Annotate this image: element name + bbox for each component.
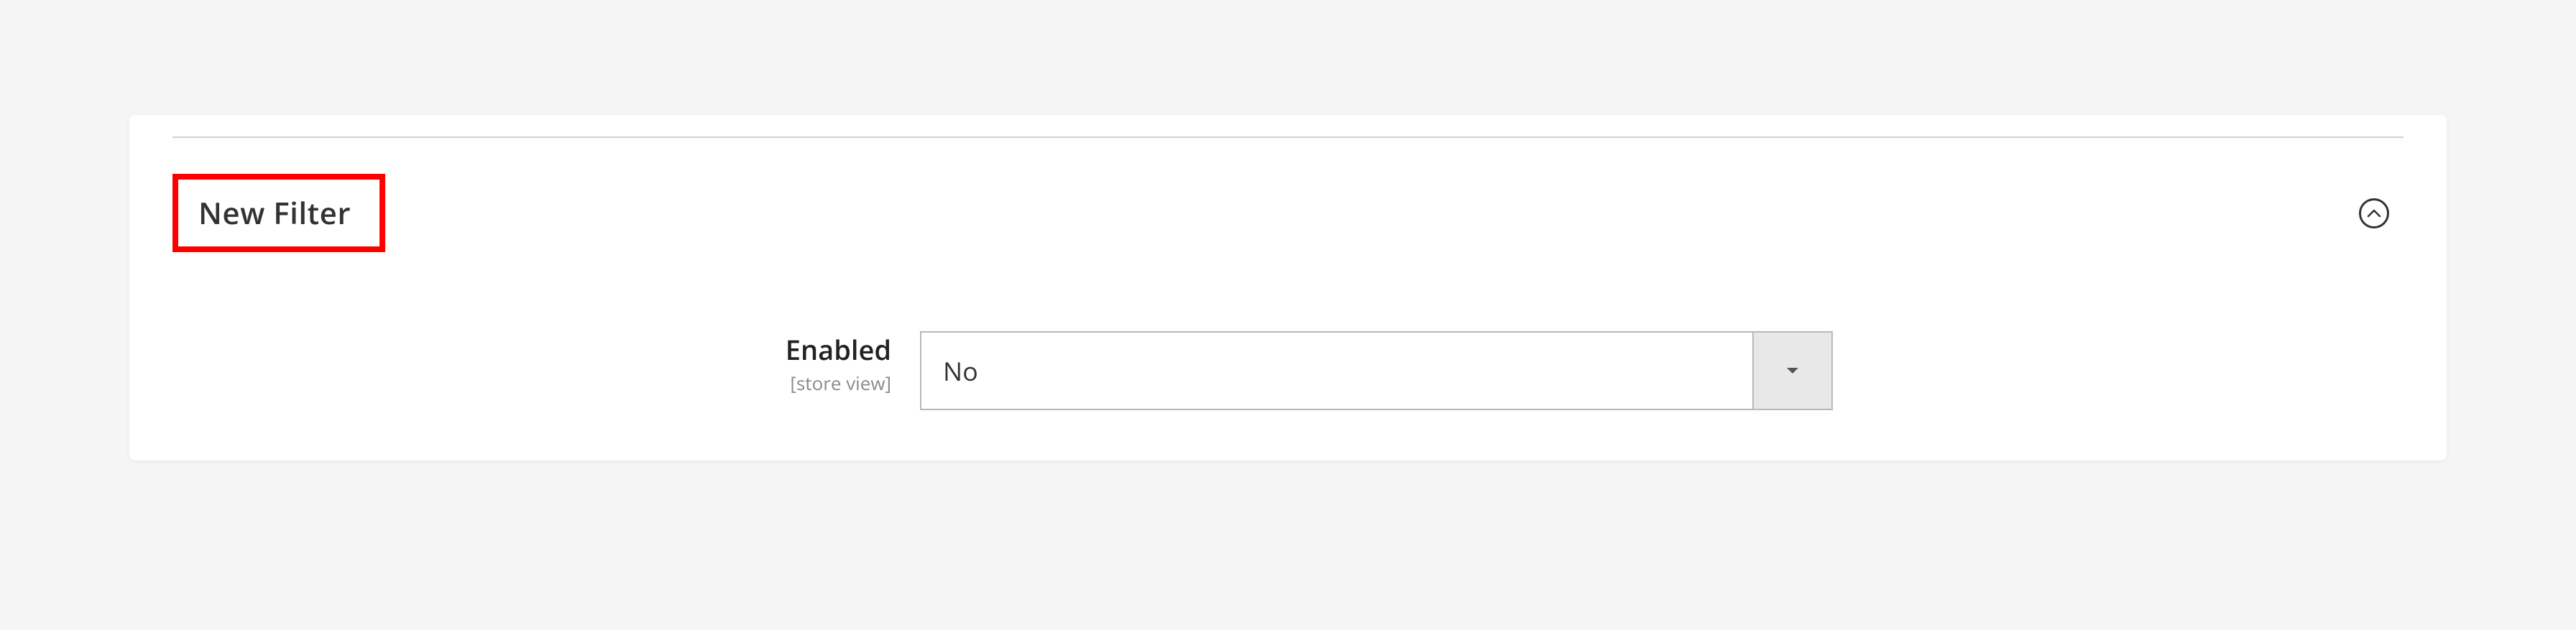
panel-divider [172, 136, 2404, 138]
section-title-highlight: New Filter [172, 174, 385, 252]
page-container: New Filter Enabled [store view] No [0, 0, 2576, 532]
section-title: New Filter [198, 193, 351, 233]
enabled-select-trigger[interactable] [1754, 331, 1833, 410]
collapse-button[interactable] [2359, 198, 2389, 228]
section-header[interactable]: New Filter [172, 174, 2404, 252]
enabled-select[interactable]: No [920, 331, 1833, 410]
enabled-label: Enabled [786, 331, 891, 369]
enabled-scope-hint: [store view] [532, 370, 891, 396]
config-panel: New Filter Enabled [store view] No [129, 115, 2447, 460]
enabled-field-row: Enabled [store view] No [172, 331, 2404, 410]
caret-down-icon [1784, 365, 1801, 376]
chevron-up-icon [2367, 209, 2381, 218]
enabled-label-block: Enabled [store view] [532, 331, 891, 396]
enabled-select-value[interactable]: No [920, 331, 1754, 410]
